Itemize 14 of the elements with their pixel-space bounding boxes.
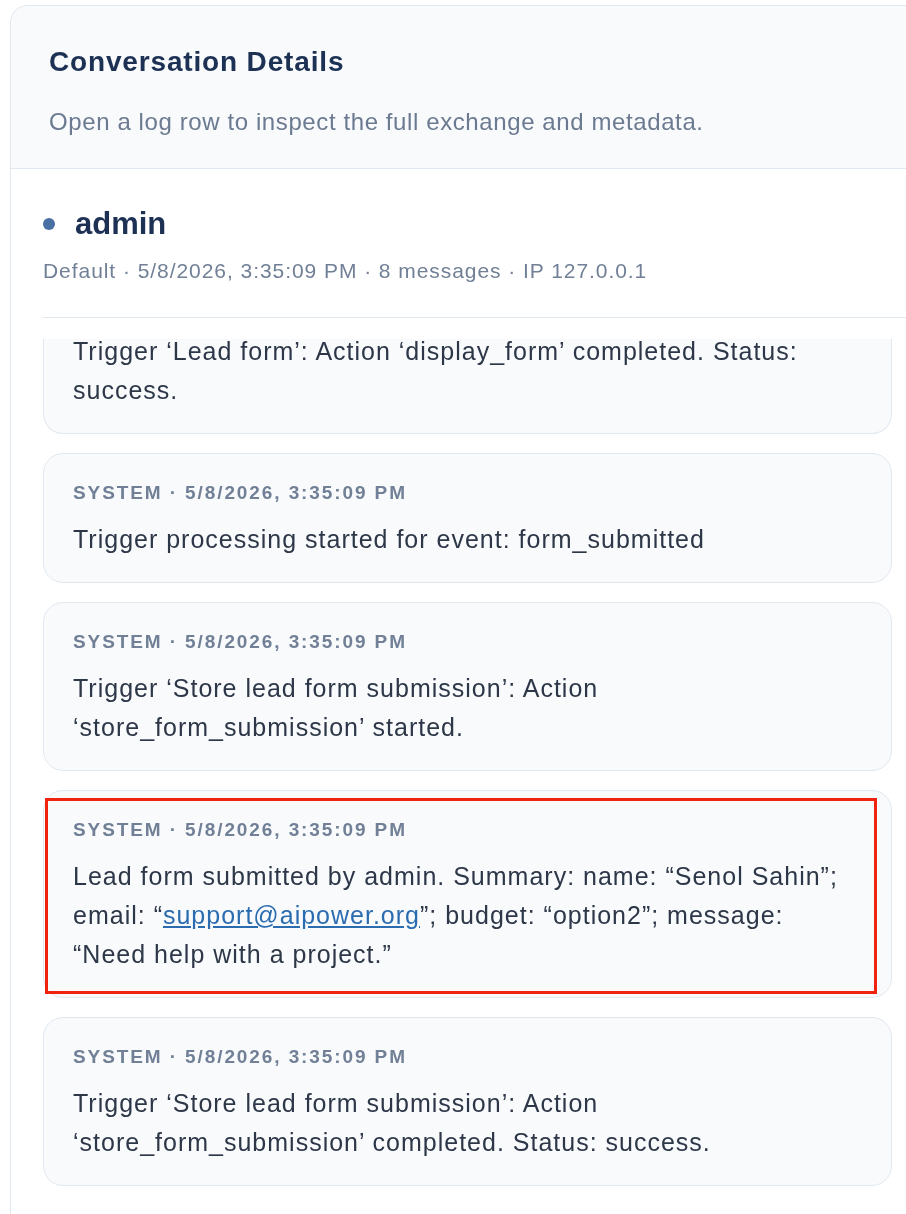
conversation-meta: Default · 5/8/2026, 3:35:09 PM · 8 messages · IP 127.0.0.1 [43, 259, 649, 283]
message-text: Trigger ‘Store lead form submission’: Action ‘store_form_submission’ started. [73, 673, 600, 743]
panel-title: Conversation Details [49, 46, 346, 78]
message-text: Lead form submitted by admin. Summary: name: “Senol Sahin”; email: “support@aipower.org”; budget: “option2”; message: “Need help with a project.” [73, 861, 839, 970]
message-header: SYSTEM · 5/8/2026, 3:35:09 PM [73, 481, 408, 505]
message-text: Trigger ‘Store lead form submission’: Action ‘store_form_submission’ completed. Status: success. [73, 1088, 712, 1158]
message-header: SYSTEM · 5/8/2026, 3:35:09 PM [73, 630, 408, 654]
conversation-user: admin [75, 206, 167, 242]
message-text: Trigger processing started for event: form_submitted [73, 524, 706, 555]
email-link[interactable]: support@aipower.org [162, 901, 420, 929]
message-header: SYSTEM · 5/8/2026, 3:35:09 PM [73, 1045, 408, 1069]
message-text: Trigger ‘Lead form’: Action ‘display_form’ completed. Status: success. [73, 339, 799, 406]
panel-subtitle: Open a log row to inspect the full exchange and metadata. [49, 110, 705, 134]
message-header: SYSTEM · 5/8/2026, 3:35:09 PM [73, 818, 408, 842]
